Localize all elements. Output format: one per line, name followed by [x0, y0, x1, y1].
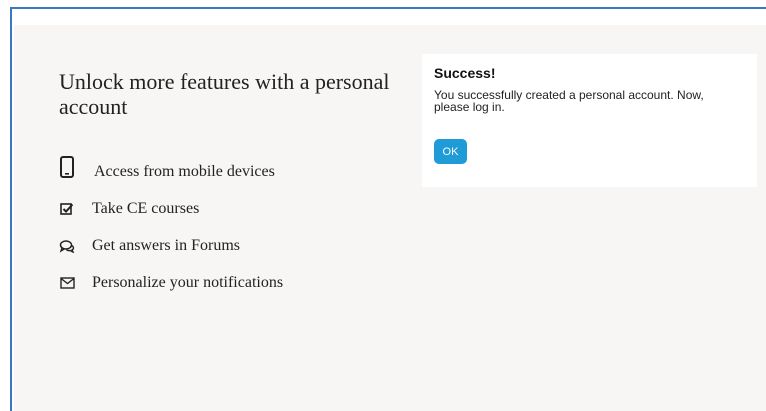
features-heading: Unlock more features with a personal acc… [59, 69, 390, 119]
feature-label-notifications: Personalize your notifications [92, 274, 284, 291]
page-frame: Unlock more features with a personal acc… [10, 7, 766, 411]
mobile-phone-icon [59, 156, 75, 178]
feature-label-forums: Get answers in Forums [92, 237, 240, 254]
envelope-icon [59, 277, 75, 289]
feature-item-mobile: Access from mobile devices [59, 156, 275, 181]
dialog-message: You successfully created a personal acco… [434, 88, 704, 114]
feature-item-notifications: Personalize your notifications [59, 274, 283, 292]
feature-label-mobile: Access from mobile devices [94, 163, 275, 180]
feature-label-ce-courses: Take CE courses [92, 200, 200, 217]
success-dialog: Success! You successfully created a pers… [422, 54, 757, 187]
comments-icon [59, 239, 75, 253]
dialog-title: Success! [434, 65, 496, 81]
feature-item-ce-courses: Take CE courses [59, 200, 199, 218]
features-section: Unlock more features with a personal acc… [59, 69, 399, 291]
content-panel: Unlock more features with a personal acc… [14, 25, 766, 411]
checkbox-checked-icon [59, 202, 75, 216]
feature-item-forums: Get answers in Forums [59, 237, 240, 255]
ok-button[interactable]: OK [434, 139, 467, 164]
